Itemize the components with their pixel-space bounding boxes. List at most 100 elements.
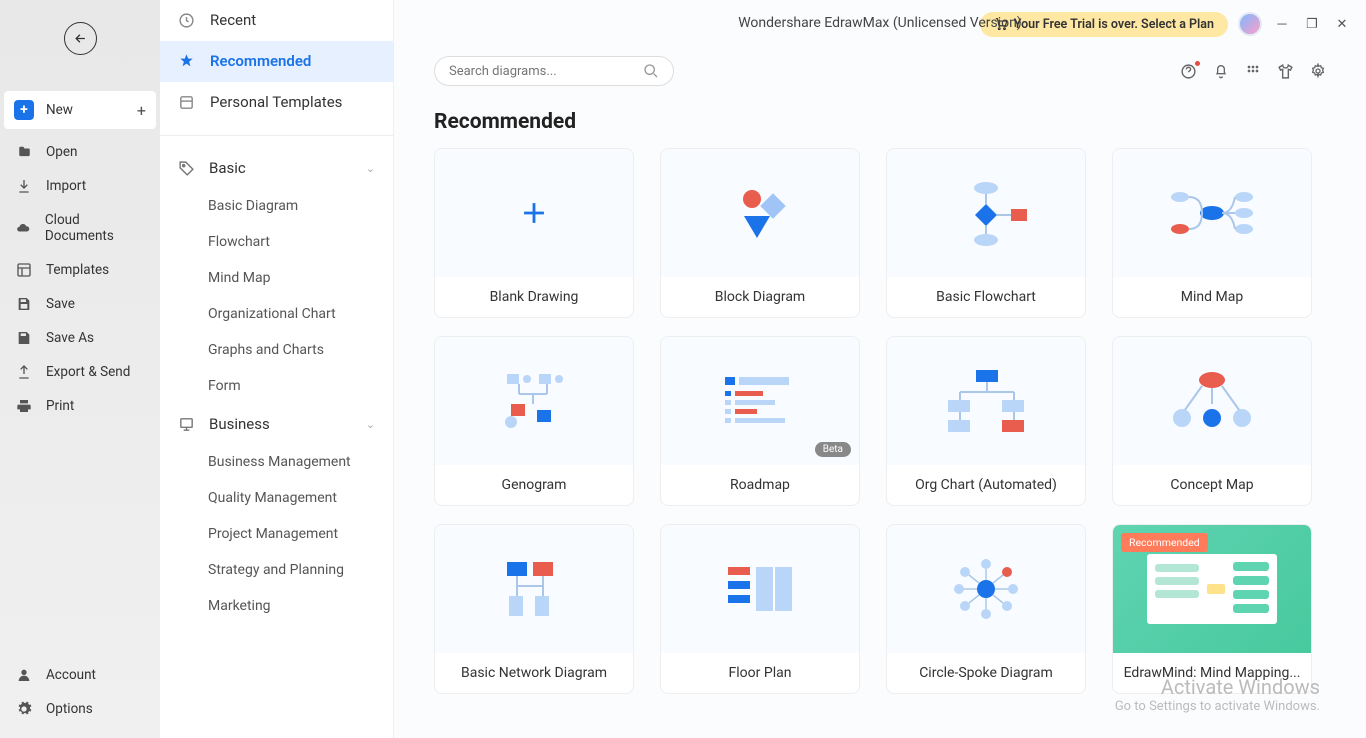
tab-label: Personal Templates [210,93,342,111]
category-business[interactable]: Business ⌄ [160,404,393,444]
menu-templates[interactable]: Templates [0,253,160,287]
menu-print[interactable]: Print [0,389,160,423]
category-sub-item[interactable]: Form [160,368,393,404]
category-basic[interactable]: Basic ⌄ [160,148,393,188]
template-preview: Beta [661,337,859,465]
recommended-badge: Recommended [1121,533,1208,552]
template-card[interactable]: Recommended EdrawMind: Mind Mapping... [1112,524,1312,694]
category-sub-item[interactable]: Quality Management [160,480,393,516]
folder-icon [14,145,34,159]
template-preview [1113,337,1311,465]
shirt-icon[interactable] [1277,63,1294,80]
template-card[interactable]: Floor Plan [660,524,860,694]
category-sub-item[interactable]: Marketing [160,588,393,624]
template-label: Genogram [435,465,633,505]
template-card[interactable]: Org Chart (Automated) [886,336,1086,506]
chevron-down-icon: ⌄ [366,162,375,175]
menu-import[interactable]: Import [0,169,160,203]
template-card[interactable]: Concept Map [1112,336,1312,506]
print-icon [14,398,34,414]
menu-label: Account [46,667,96,683]
template-label: Basic Flowchart [887,277,1085,317]
tag-icon [178,160,195,177]
close-button[interactable]: ✕ [1332,14,1352,34]
back-button[interactable] [64,22,97,55]
menu-new[interactable]: + New + [4,91,156,129]
help-icon[interactable] [1180,63,1197,80]
tab-label: Recent [210,11,256,29]
star-icon [178,53,196,70]
template-card[interactable]: Circle-Spoke Diagram [886,524,1086,694]
menu-label: Save As [46,330,94,346]
left-sidebar: + New + Open Import Cloud Documents Temp… [0,0,160,738]
template-card[interactable]: Block Diagram [660,148,860,318]
menu-save-as[interactable]: Save As [0,321,160,355]
category-sub-item[interactable]: Business Management [160,444,393,480]
template-label: Mind Map [1113,277,1311,317]
template-label: Org Chart (Automated) [887,465,1085,505]
category-sub-item[interactable]: Strategy and Planning [160,552,393,588]
category-sub-item[interactable]: Graphs and Charts [160,332,393,368]
category-sub-item[interactable]: Mind Map [160,260,393,296]
search-input[interactable] [449,64,643,79]
app-title: Wondershare EdrawMax (Unlicensed Version… [738,15,1022,31]
category-label: Business [209,415,270,433]
plus-icon: + [14,100,34,120]
menu-cloud[interactable]: Cloud Documents [0,203,160,253]
maximize-button[interactable]: ❐ [1302,14,1322,34]
template-card[interactable]: Genogram [434,336,634,506]
template-label: Circle-Spoke Diagram [887,653,1085,693]
template-label: Basic Network Diagram [435,653,633,693]
template-card[interactable]: Mind Map [1112,148,1312,318]
tab-recent[interactable]: Recent [160,0,393,41]
grid-icon[interactable] [1245,63,1261,79]
template-card[interactable]: Blank Drawing [434,148,634,318]
template-preview [887,337,1085,465]
category-sub-item[interactable]: Flowchart [160,224,393,260]
gear-icon [14,701,34,717]
account-icon [14,667,34,683]
main-content: Wondershare EdrawMax (Unlicensed Version… [394,0,1366,738]
save-as-icon [14,330,34,346]
templates-icon [14,262,34,278]
template-preview [661,525,859,653]
category-panel: Recent Recommended Personal Templates Ba… [160,0,394,738]
template-card[interactable]: Basic Network Diagram [434,524,634,694]
category-sub-item[interactable]: Organizational Chart [160,296,393,332]
category-sub-item[interactable]: Project Management [160,516,393,552]
template-icon [178,94,196,111]
template-preview [435,149,633,277]
menu-options[interactable]: Options [0,692,160,726]
gear-icon[interactable] [1310,63,1326,79]
user-avatar[interactable] [1238,12,1262,36]
search-icon [643,63,659,79]
template-preview [887,525,1085,653]
minimize-button[interactable]: ─ [1272,14,1292,34]
menu-save[interactable]: Save [0,287,160,321]
trial-text: Your Free Trial is over. Select a Plan [1014,17,1214,32]
template-label: EdrawMind: Mind Mapping... [1113,653,1311,693]
menu-export[interactable]: Export & Send [0,355,160,389]
tab-recommended[interactable]: Recommended [160,41,393,82]
cloud-icon [14,221,33,235]
menu-label: Open [46,144,77,160]
menu-label: Print [46,398,74,414]
template-label: Concept Map [1113,465,1311,505]
template-label: Block Diagram [661,277,859,317]
category-sub-item[interactable]: Basic Diagram [160,188,393,224]
menu-account[interactable]: Account [0,658,160,692]
bell-icon[interactable] [1213,63,1229,79]
template-card[interactable]: Basic Flowchart [886,148,1086,318]
section-title: Recommended [394,86,1366,148]
menu-label: New [46,102,73,118]
menu-open[interactable]: Open [0,135,160,169]
export-icon [14,364,34,380]
tab-personal[interactable]: Personal Templates [160,82,393,123]
menu-label: Export & Send [46,364,130,380]
menu-label: Cloud Documents [45,212,146,244]
template-grid: Blank Drawing Block Diagram Basic Flowchar… [394,148,1366,714]
template-card[interactable]: BetaRoadmap [660,336,860,506]
menu-label: Options [46,701,93,717]
beta-badge: Beta [815,442,851,457]
search-box[interactable] [434,56,674,86]
